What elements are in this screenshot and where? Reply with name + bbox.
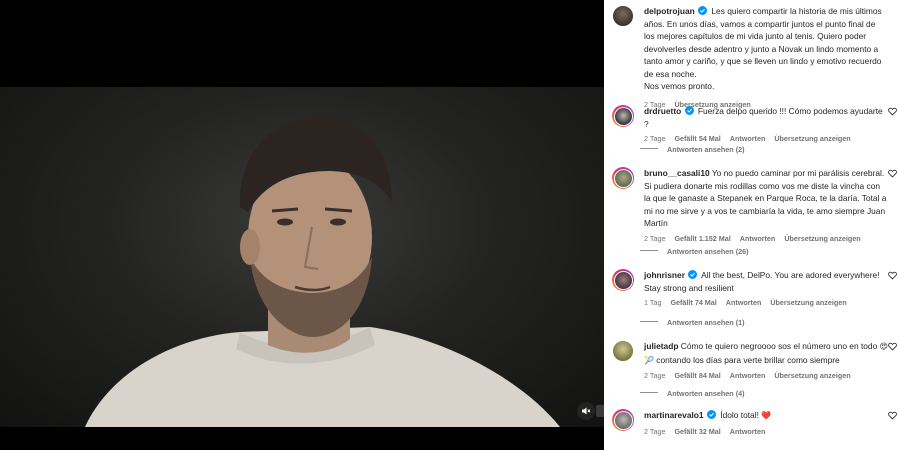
comment-time[interactable]: 2 Tage — [644, 427, 665, 436]
heart-icon[interactable] — [888, 271, 897, 280]
emoji-reaction: ❤️ — [761, 411, 772, 420]
replies-divider — [640, 321, 658, 322]
mute-button[interactable] — [577, 402, 595, 420]
comment-time[interactable]: 2 Tage — [644, 371, 665, 380]
replies-divider — [640, 250, 658, 251]
like-count[interactable]: Gefällt 32 Mal — [674, 427, 720, 436]
verified-badge-icon — [688, 270, 698, 279]
video-player[interactable] — [0, 87, 604, 427]
comment-text: Ídolo total! — [720, 410, 759, 420]
avatar[interactable] — [612, 269, 634, 291]
heart-icon[interactable] — [888, 342, 897, 351]
caption-username[interactable]: delpotrojuan — [644, 6, 695, 16]
comment-username[interactable]: bruno__casali10 — [644, 168, 710, 178]
avatar[interactable] — [612, 105, 634, 127]
like-count[interactable]: Gefällt 1.152 Mal — [674, 234, 730, 243]
translate-link[interactable]: Übersetzung anzeigen — [774, 134, 850, 143]
translate-link[interactable]: Übersetzung anzeigen — [774, 371, 850, 380]
comment-text-continued: contando los días para verte brillar com… — [656, 354, 840, 365]
view-replies-button[interactable]: Antworten ansehen (2) — [640, 144, 744, 157]
comment-time[interactable]: 2 Tage — [644, 234, 665, 243]
translate-link[interactable]: Übersetzung anzeigen — [770, 298, 846, 307]
heart-icon[interactable] — [888, 169, 897, 178]
comment-username[interactable]: julietadp — [644, 341, 678, 351]
next-media-edge — [596, 405, 604, 417]
verified-badge-icon — [706, 410, 716, 419]
view-replies-button[interactable]: Antworten ansehen (1) — [640, 317, 744, 330]
heart-icon[interactable] — [888, 411, 897, 420]
replies-divider — [640, 392, 658, 393]
comment-time[interactable]: 2 Tage — [644, 134, 665, 143]
like-count[interactable]: Gefällt 84 Mal — [674, 371, 720, 380]
view-replies-label[interactable]: Antworten ansehen (26) — [667, 247, 748, 256]
reply-button[interactable]: Antworten — [730, 371, 766, 380]
comment-username[interactable]: drdruetto — [644, 106, 681, 116]
avatar[interactable] — [612, 340, 634, 362]
reply-button[interactable]: Antworten — [740, 234, 776, 243]
comments-panel[interactable]: delpotrojuan Les quiero compartir la his… — [604, 0, 900, 450]
caption-text-2: Nos vemos pronto. — [644, 81, 715, 91]
comment-time[interactable]: 1 Tag — [644, 298, 661, 307]
video-frame-image — [85, 116, 560, 427]
caption-text: Les quiero compartir la historia de mis … — [644, 6, 882, 79]
replies-divider — [640, 148, 658, 149]
video-panel[interactable] — [0, 0, 604, 450]
translate-link[interactable]: Übersetzung anzeigen — [784, 234, 860, 243]
view-replies-button[interactable]: Antworten ansehen (4) — [640, 388, 744, 401]
verified-badge-icon — [698, 6, 708, 15]
reply-button[interactable]: Antworten — [726, 298, 762, 307]
view-replies-label[interactable]: Antworten ansehen (4) — [667, 389, 744, 398]
heart-icon[interactable] — [888, 107, 897, 116]
reply-button[interactable]: Antworten — [730, 427, 766, 436]
comment-username[interactable]: johnrisner — [644, 270, 685, 280]
reply-button[interactable]: Antworten — [730, 134, 766, 143]
avatar[interactable] — [612, 409, 634, 431]
view-replies-label[interactable]: Antworten ansehen (2) — [667, 145, 744, 154]
like-count[interactable]: Gefällt 54 Mal — [674, 134, 720, 143]
comment-text: Cómo te quiero negroooo sos el número un… — [680, 341, 878, 351]
view-replies-label[interactable]: Antworten ansehen (1) — [667, 318, 744, 327]
comment-username[interactable]: martinarevalo1 — [644, 410, 704, 420]
view-replies-button[interactable]: Antworten ansehen (26) — [640, 246, 748, 259]
speaker-muted-icon — [582, 407, 591, 415]
avatar[interactable] — [612, 5, 634, 27]
verified-badge-icon — [684, 106, 694, 115]
like-count[interactable]: Gefällt 74 Mal — [670, 298, 716, 307]
avatar[interactable] — [612, 167, 634, 189]
